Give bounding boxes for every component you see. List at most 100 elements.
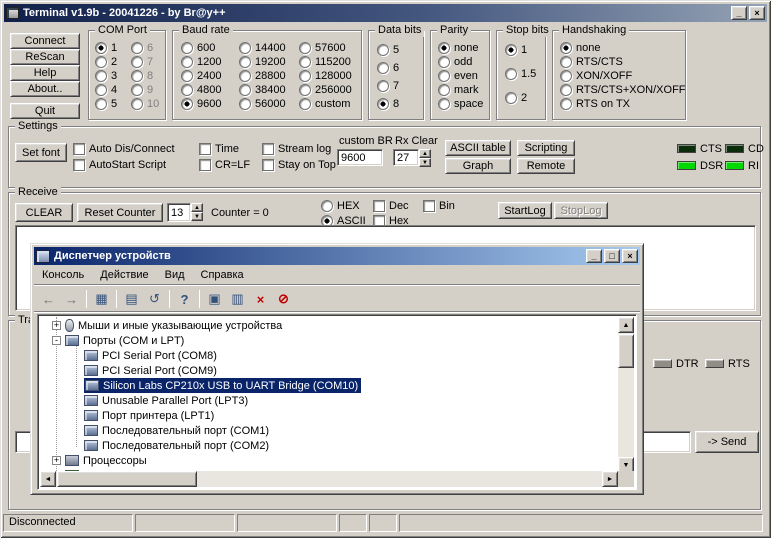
startlog-button[interactable]: StartLog [498,202,552,219]
baud-56000[interactable]: 56000 [239,97,286,110]
data-bits-5[interactable]: 5 [377,43,399,56]
baud-14400[interactable]: 14400 [239,41,286,54]
data-bits-7[interactable]: 7 [377,79,399,92]
com-port-option-1[interactable]: 1 [95,41,117,54]
baud-4800[interactable]: 4800 [181,83,221,96]
show-console-tree-icon[interactable]: ▦ [90,288,113,310]
tree-item-com10-selected[interactable]: Silicon Labs CP210x USB to UART Bridge (… [40,378,618,393]
connect-button[interactable]: Connect [10,33,80,49]
auto-disconnect-checkbox[interactable]: Auto Dis/Connect [73,142,175,155]
handshake-rtscts[interactable]: RTS/CTS [560,55,623,68]
parity-mark[interactable]: mark [438,83,478,96]
minimize-button[interactable]: _ [586,249,602,263]
uninstall-device-icon[interactable]: ⊘ [272,288,295,310]
about-button[interactable]: About.. [10,81,80,97]
properties-icon[interactable]: ▤ [120,288,143,310]
clear-button[interactable]: CLEAR [15,203,73,222]
scroll-left-icon[interactable]: ◄ [40,471,56,487]
stay-on-top-checkbox[interactable]: Stay on Top [262,158,336,171]
tree-item-com8[interactable]: PCI Serial Port (COM8) [40,348,618,363]
expand-icon[interactable]: + [52,456,61,465]
rescan-button[interactable]: ReScan [10,49,80,65]
baud-115200[interactable]: 115200 [299,55,351,68]
tree-item-label[interactable]: Процессоры [83,455,147,467]
tree-item-label[interactable]: PCI Serial Port (COM8) [102,350,217,362]
tree-item-label[interactable]: Silicon Labs CP210x USB to UART Bridge (… [103,380,358,392]
reset-counter-button[interactable]: Reset Counter [77,203,163,222]
crlf-checkbox[interactable]: CR=LF [199,158,250,171]
update-driver-icon[interactable]: ▥ [226,288,249,310]
refresh-icon[interactable]: ↺ [143,288,166,310]
tree-item-com9[interactable]: PCI Serial Port (COM9) [40,363,618,378]
time-checkbox[interactable]: Time [199,142,239,155]
parity-odd[interactable]: odd [438,55,472,68]
baud-256000[interactable]: 256000 [299,83,352,96]
horizontal-scroll-thumb[interactable] [57,471,197,487]
com-port-option-3[interactable]: 3 [95,69,117,82]
baud-19200[interactable]: 19200 [239,55,286,68]
baud-38400[interactable]: 38400 [239,83,286,96]
quit-button[interactable]: Quit [10,103,80,119]
terminal-titlebar[interactable]: Terminal v1.9b - 20041226 - by Br@y++ _ … [4,4,767,22]
baud-57600[interactable]: 57600 [299,41,346,54]
menu-console[interactable]: Консоль [34,267,92,283]
collapse-icon[interactable]: - [52,336,61,345]
ascii-table-button[interactable]: ASCII table [445,140,511,156]
tree-item-com2[interactable]: Последовательный порт (COM2) [40,438,618,453]
close-button[interactable]: × [622,249,638,263]
selected-device-highlight[interactable]: Silicon Labs CP210x USB to UART Bridge (… [84,378,361,393]
bin-checkbox[interactable]: Bin [423,199,455,212]
tree-item-label[interactable]: Мыши и иные указывающие устройства [78,320,282,332]
data-bits-8[interactable]: 8 [377,97,399,110]
autostart-script-checkbox[interactable]: AutoStart Script [73,158,166,171]
spin-down-icon[interactable]: ▼ [191,212,203,221]
scan-hardware-icon[interactable]: ▣ [203,288,226,310]
spin-up-icon[interactable]: ▲ [419,149,431,158]
stop-bits-1[interactable]: 1 [505,43,527,56]
rx-clear-input[interactable] [393,149,419,166]
stop-bits-1-5[interactable]: 1.5 [505,67,536,80]
close-button[interactable]: × [749,6,765,20]
expand-icon[interactable]: + [52,321,61,330]
parity-space[interactable]: space [438,97,483,110]
device-manager-titlebar[interactable]: Диспетчер устройств _ □ × [34,247,640,265]
rts-led[interactable] [705,359,724,368]
handshake-xonxoff[interactable]: XON/XOFF [560,69,632,82]
parity-even[interactable]: even [438,69,478,82]
dec-checkbox[interactable]: Dec [373,199,409,212]
tree-item-label[interactable]: Порты (COM и LPT) [83,335,184,347]
back-icon[interactable]: ← [37,288,60,310]
menu-help[interactable]: Справка [193,267,252,283]
maximize-button[interactable]: □ [604,249,620,263]
vertical-scrollbar[interactable]: ▲ ▼ [618,317,634,473]
graph-button[interactable]: Graph [445,158,511,174]
remote-button[interactable]: Remote [517,158,575,174]
tree-item-label[interactable]: Порт принтера (LPT1) [102,410,214,422]
help-button[interactable]: Help [10,65,80,81]
baud-9600[interactable]: 9600 [181,97,221,110]
counter-spin-input[interactable] [167,203,191,222]
hex-mode-radio[interactable]: HEX [321,199,360,212]
vertical-scroll-thumb[interactable] [618,334,634,368]
tree-item-lpt1[interactable]: Порт принтера (LPT1) [40,408,618,423]
disable-device-icon[interactable]: × [249,288,272,310]
parity-none[interactable]: none [438,41,478,54]
tree-item-processors[interactable]: + Процессоры [40,453,618,468]
tree-item-label[interactable]: PCI Serial Port (COM9) [102,365,217,377]
baud-28800[interactable]: 28800 [239,69,286,82]
custom-br-input[interactable] [337,149,383,166]
com-port-option-5[interactable]: 5 [95,97,117,110]
tree-item-mice[interactable]: + Мыши и иные указывающие устройства [40,318,618,333]
tree-item-label[interactable]: Последовательный порт (COM2) [102,440,269,452]
horizontal-scrollbar[interactable]: ◄ ► [40,471,618,487]
scroll-right-icon[interactable]: ► [602,471,618,487]
tree-item-ports-category[interactable]: - Порты (COM и LPT) [40,333,618,348]
baud-128000[interactable]: 128000 [299,69,352,82]
tree-item-com1[interactable]: Последовательный порт (COM1) [40,423,618,438]
stop-bits-2[interactable]: 2 [505,91,527,104]
spin-down-icon[interactable]: ▼ [419,158,431,167]
handshake-none[interactable]: none [560,41,600,54]
scroll-up-icon[interactable]: ▲ [618,317,634,333]
baud-600[interactable]: 600 [181,41,215,54]
data-bits-6[interactable]: 6 [377,61,399,74]
